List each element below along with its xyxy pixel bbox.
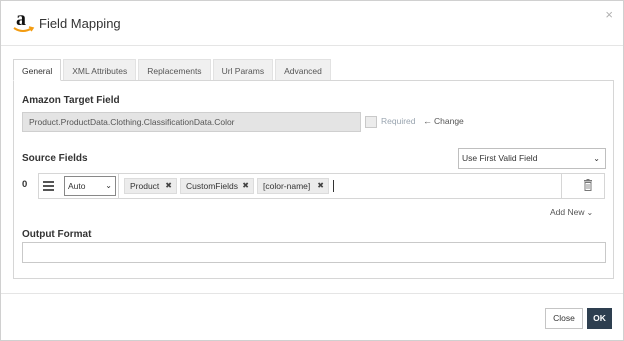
dialog-footer: Close OK [1,293,623,341]
chevron-down-icon: ⌄ [586,208,594,217]
source-row-index: 0 [22,179,28,190]
remove-token-icon[interactable]: ✖ [165,179,172,193]
target-field-heading: Amazon Target Field [22,95,120,106]
tab-general[interactable]: General [13,59,62,81]
required-checkbox[interactable] [365,116,377,128]
required-label: Required [381,116,416,126]
source-strategy-select[interactable]: Use First Valid Field ⌄ [458,148,606,169]
token-label: [color-name] [263,181,311,191]
ok-button[interactable]: OK [587,308,612,329]
chevron-down-icon: ⌄ [593,154,600,163]
text-caret [333,180,334,192]
tab-bar: General XML Attributes Replacements Url … [13,59,333,81]
tab-replacements[interactable]: Replacements [138,59,211,81]
tab-xml-attributes[interactable]: XML Attributes [63,59,137,81]
output-format-input[interactable] [22,242,606,263]
tab-url-params[interactable]: Url Params [212,59,274,81]
drag-handle-icon[interactable] [43,179,55,193]
arrow-left-icon: ← [423,116,432,126]
add-new-button[interactable]: Add New ⌄ [550,207,593,217]
change-label: Change [434,116,464,126]
source-token: CustomFields ✖ [180,178,254,194]
remove-token-icon[interactable]: ✖ [317,179,324,193]
amazon-logo-icon: a [12,9,36,36]
add-new-label: Add New [550,207,585,217]
source-strategy-value: Use First Valid Field [462,153,538,163]
field-mapping-dialog: a Field Mapping × General XML Attributes… [0,0,624,341]
output-format-heading: Output Format [22,229,92,240]
source-type-select[interactable]: Auto ⌄ [64,176,116,196]
trash-icon[interactable] [582,179,594,193]
source-row: Auto ⌄ Product ✖ CustomFields ✖ [color-n… [38,173,605,199]
token-label: Product [130,181,160,191]
dialog-title: Field Mapping [39,16,121,31]
close-icon[interactable]: × [605,8,613,21]
remove-token-icon[interactable]: ✖ [242,179,249,193]
source-type-value: Auto [68,181,86,191]
chevron-down-icon: ⌄ [105,181,112,190]
dialog-header: a Field Mapping × [1,1,623,46]
tab-advanced[interactable]: Advanced [275,59,331,81]
general-panel: Amazon Target Field Product.ProductData.… [13,80,614,279]
token-label: CustomFields [186,181,238,191]
source-fields-heading: Source Fields [22,153,88,164]
change-button[interactable]: ← Change [423,116,464,126]
target-field-value: Product.ProductData.Clothing.Classificat… [22,112,361,132]
close-button[interactable]: Close [545,308,583,329]
source-token-input[interactable]: Product ✖ CustomFields ✖ [color-name] ✖ [118,174,562,198]
source-token: [color-name] ✖ [257,178,329,194]
source-token: Product ✖ [124,178,177,194]
